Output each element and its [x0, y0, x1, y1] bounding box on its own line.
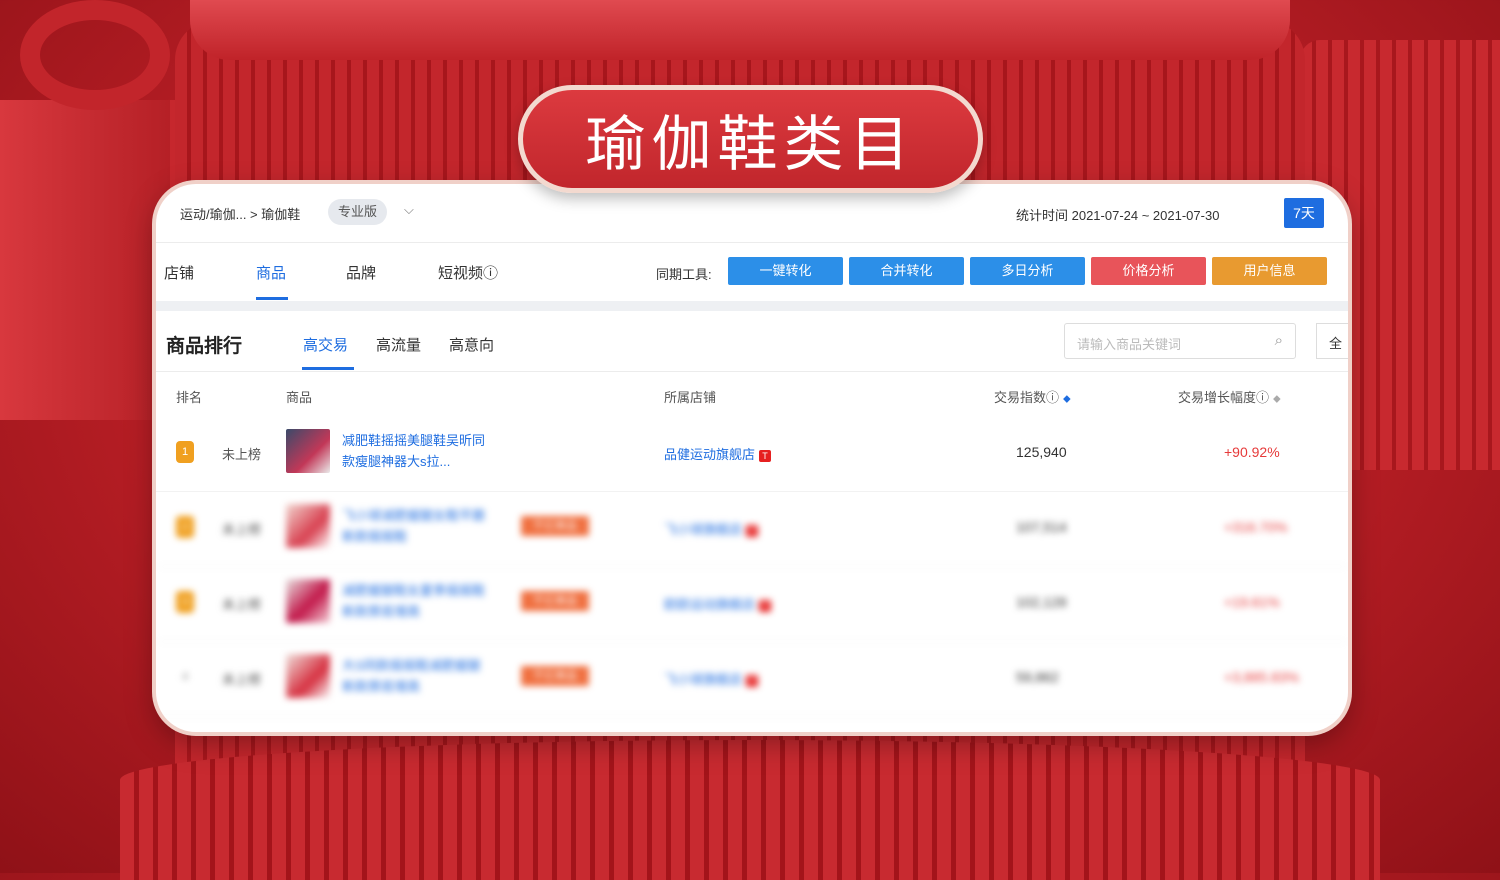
breadcrumb[interactable]: 运动/瑜伽... > 瑜伽鞋 — [180, 204, 300, 223]
all-button[interactable]: 全 — [1316, 323, 1348, 359]
shop-link[interactable]: 欧欧运动旗舰店 T — [664, 594, 772, 613]
product-search-input[interactable]: 请输入商品关键词 ⌕ — [1064, 323, 1296, 359]
hot-tag-badge: 千亿单品 — [521, 666, 589, 686]
growth-value: +3,885.83% — [1224, 669, 1300, 685]
table-row[interactable]: 3 未上榜 减肥瘦腿鞋女夏季摇摇鞋新款厚底增高 千亿单品 欧欧运动旗舰店 T 10… — [156, 566, 1348, 642]
product-thumbnail[interactable] — [286, 654, 330, 698]
col-rank: 排名 — [176, 390, 203, 405]
gift-box-decoration — [0, 100, 176, 420]
rank-status: 未上榜 — [222, 597, 262, 612]
rank-status: 未上榜 — [222, 447, 262, 462]
shop-link[interactable]: 飞小球旗舰店 T — [664, 669, 759, 688]
shop-name: 飞小球旗舰店 — [664, 522, 743, 537]
podium-top-decoration — [190, 0, 1290, 60]
col-product: 商品 — [286, 390, 313, 405]
growth-value: +19.61% — [1224, 594, 1280, 610]
podium-base-decoration — [120, 740, 1380, 880]
product-name-link[interactable]: 减肥鞋摇摇美腿鞋吴昕同款瘦腿神器大s拉... — [342, 430, 492, 472]
gift-bow-decoration — [20, 0, 170, 110]
medal-icon: 1 — [176, 441, 194, 463]
medal-icon: 3 — [176, 591, 194, 613]
subtab-high-intent[interactable]: 高意向 — [449, 334, 494, 355]
subtab-high-traffic[interactable]: 高流量 — [376, 334, 421, 355]
edition-badge[interactable]: 专业版 — [328, 199, 388, 225]
trade-index-value: 102,128 — [1016, 594, 1067, 610]
tmall-icon: T — [759, 599, 772, 612]
growth-label: 交易增长幅度ⓘ — [1178, 390, 1270, 405]
category-title-banner: 瑜伽鞋类目 — [518, 85, 983, 193]
rank-status: 未上榜 — [222, 672, 262, 687]
user-info-button[interactable]: 用户信息 — [1212, 257, 1327, 285]
stat-time-range: 统计时间 2021-07-24 ~ 2021-07-30 — [1016, 208, 1220, 223]
multi-day-analysis-button[interactable]: 多日分析 — [970, 257, 1085, 285]
hot-tag-badge: 千亿单品 — [521, 591, 589, 611]
product-name-link[interactable]: 减肥瘦腿鞋女夏季摇摇鞋新款厚底增高 — [342, 580, 492, 622]
subtab-high-trade[interactable]: 高交易 — [303, 334, 348, 355]
table-divider — [156, 371, 1348, 372]
tools-label: 同期工具: — [656, 267, 712, 282]
col-growth[interactable]: 交易增长幅度ⓘ ⬥ — [1178, 387, 1281, 406]
trade-index-value: 125,940 — [1016, 444, 1067, 460]
rank-number: 4 — [176, 666, 194, 688]
sort-icon[interactable]: ⬥ — [1273, 393, 1281, 405]
table-row[interactable]: 1 未上榜 减肥鞋摇摇美腿鞋吴昕同款瘦腿神器大s拉... 品健运动旗舰店 T 12… — [156, 416, 1348, 492]
search-placeholder: 请输入商品关键词 — [1077, 337, 1182, 352]
category-title: 瑜伽鞋类目 — [585, 109, 916, 180]
tmall-icon: T — [746, 524, 759, 537]
col-trade-index[interactable]: 交易指数ⓘ ⬥ — [994, 387, 1071, 406]
section-separator — [156, 301, 1348, 311]
merge-convert-button[interactable]: 合并转化 — [849, 257, 964, 285]
search-icon[interactable]: ⌕ — [1275, 332, 1283, 349]
hot-tag-badge: 千亿单品 — [521, 516, 589, 536]
one-click-convert-button[interactable]: 一键转化 — [728, 257, 843, 285]
table-row[interactable]: 4 未上榜 大S同款摇摇鞋减肥瘦腿新款厚底增高 千亿单品 飞小球旗舰店 T 59,… — [156, 641, 1348, 717]
active-tab-underline — [256, 297, 288, 300]
growth-value: +90.92% — [1224, 444, 1280, 460]
rank-status: 未上榜 — [222, 522, 262, 537]
tmall-icon: T — [746, 674, 759, 687]
active-subtab-underline — [302, 367, 354, 370]
tab-product[interactable]: 商品 — [256, 262, 286, 283]
medal-icon: 2 — [176, 516, 194, 538]
shop-link[interactable]: 飞小球旗舰店 T — [664, 519, 759, 538]
col-shop: 所属店铺 — [664, 390, 717, 405]
shop-link[interactable]: 品健运动旗舰店 T — [664, 444, 772, 463]
shop-name: 欧欧运动旗舰店 — [664, 597, 756, 612]
tmall-icon: T — [759, 449, 772, 462]
product-thumbnail[interactable] — [286, 429, 330, 473]
period-7d-button[interactable]: 7天 — [1284, 198, 1324, 228]
data-panel: 运动/瑜伽... > 瑜伽鞋 专业版 ⌵ 统计时间 2021-07-24 ~ 2… — [156, 184, 1348, 732]
product-thumbnail[interactable] — [286, 504, 330, 548]
price-analysis-button[interactable]: 价格分析 — [1091, 257, 1206, 285]
shop-name: 飞小球旗舰店 — [664, 672, 743, 687]
trade-index-label: 交易指数ⓘ — [994, 390, 1060, 405]
sort-desc-icon[interactable]: ⬥ — [1063, 393, 1071, 405]
tab-brand[interactable]: 品牌 — [346, 262, 376, 283]
trade-index-value: 107,514 — [1016, 519, 1067, 535]
ranking-title: 商品排行 — [166, 336, 243, 357]
growth-value: +316.70% — [1224, 519, 1288, 535]
table-row[interactable]: 2 未上榜 飞小球减肥瘦腿女鞋平跟新款摇摇鞋 千亿单品 飞小球旗舰店 T 107,… — [156, 491, 1348, 567]
product-name-link[interactable]: 大S同款摇摇鞋减肥瘦腿新款厚底增高 — [342, 655, 492, 697]
trade-index-value: 59,862 — [1016, 669, 1059, 685]
shop-name: 品健运动旗舰店 — [664, 447, 756, 462]
tab-shop[interactable]: 店铺 — [164, 262, 194, 283]
product-thumbnail[interactable] — [286, 579, 330, 623]
product-name-link[interactable]: 飞小球减肥瘦腿女鞋平跟新款摇摇鞋 — [342, 505, 492, 547]
chevron-down-icon[interactable]: ⌵ — [404, 202, 414, 218]
tab-short-video[interactable]: 短视频ⓘ — [438, 262, 498, 283]
